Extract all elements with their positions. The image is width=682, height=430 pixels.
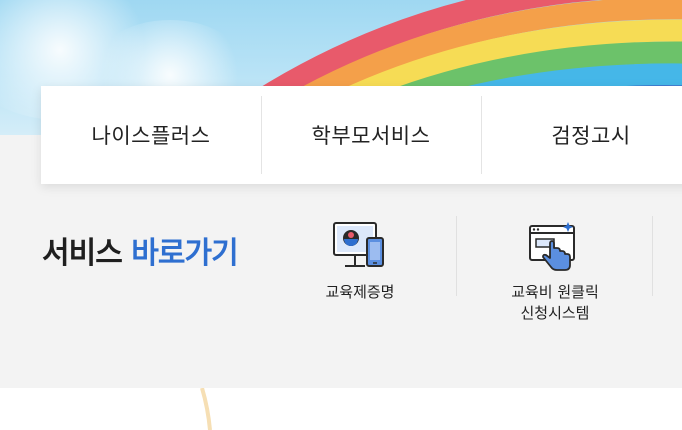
quick-link-education-certificate[interactable]: 교육제증명 — [262, 218, 458, 338]
quick-link-label: 교육제증명 — [325, 283, 395, 301]
decorative-stroke — [200, 388, 212, 430]
divider — [652, 216, 653, 296]
main-service-tabs: 나이스플러스 학부모서비스 검정고시 — [41, 86, 682, 184]
quick-links-title-accent: 바로가기 — [131, 236, 238, 271]
quick-links-title: 서비스 바로가기 — [42, 228, 239, 272]
quick-link-label: 교육비 원클릭 신청시스템 — [511, 283, 599, 322]
tab-qualification-exam[interactable]: 검정고시 — [481, 86, 682, 184]
quick-links-title-main: 서비스 — [42, 236, 123, 271]
tab-parent-service[interactable]: 학부모서비스 — [261, 86, 481, 184]
tab-neis-plus[interactable]: 나이스플러스 — [41, 86, 261, 184]
monitor-certificate-icon — [331, 218, 389, 276]
quick-link-education-cost-one-click[interactable]: 교육비 원클릭 신청시스템 — [457, 218, 653, 338]
touch-screen-icon — [526, 218, 584, 276]
